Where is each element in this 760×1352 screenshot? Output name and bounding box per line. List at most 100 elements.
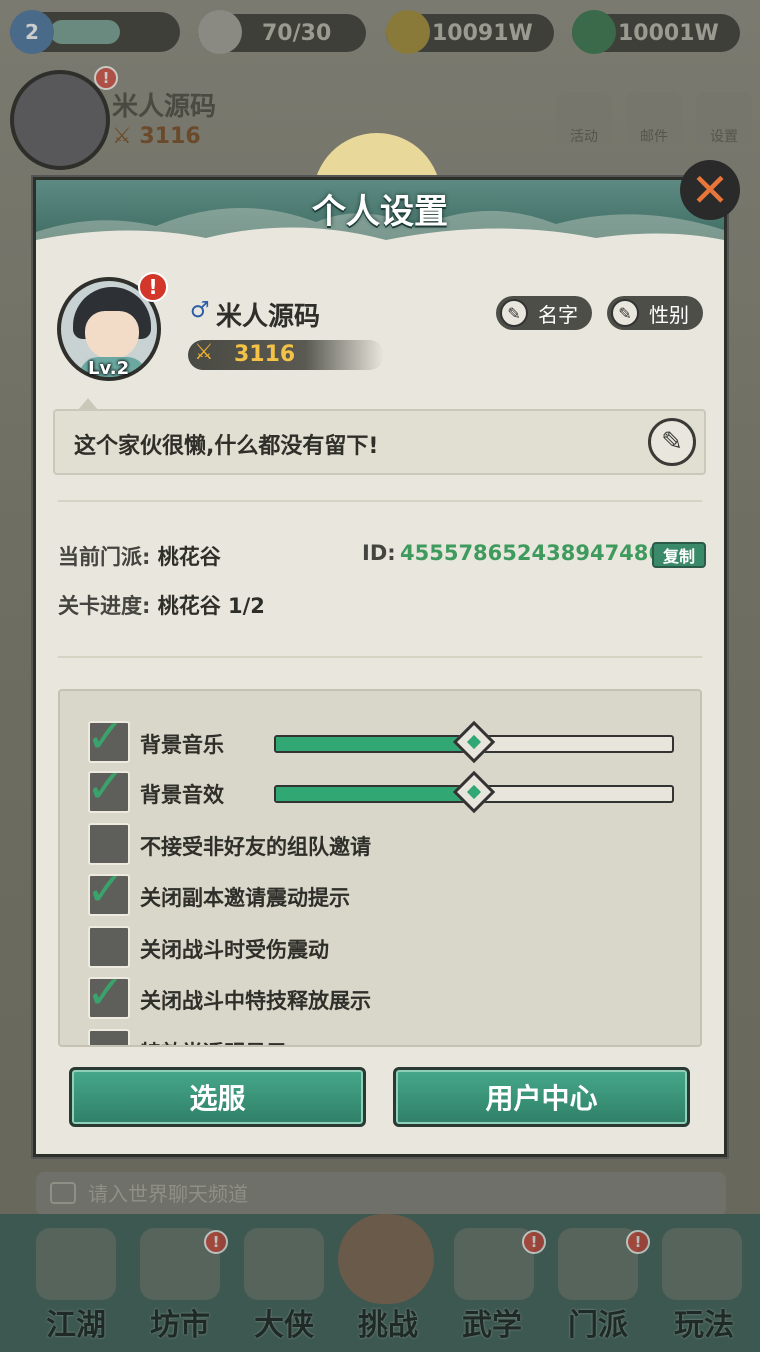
shortcut-activity-label: 活动: [570, 129, 598, 145]
check-icon: ✓: [86, 759, 125, 813]
shortcut-settings[interactable]: 设置: [696, 92, 752, 150]
brush-icon: ✎: [500, 299, 528, 327]
header-power: ⚔ 3116: [112, 124, 201, 149]
setting-row-skill-display: ✓ 关闭战斗中特技释放展示: [60, 969, 700, 1021]
avatar-alert-badge: !: [138, 272, 168, 302]
pot-icon: [198, 10, 242, 54]
skill-display-checkbox[interactable]: ✓: [86, 969, 130, 1019]
nav-icon: [244, 1228, 324, 1300]
edit-signature-button[interactable]: ✎: [648, 418, 696, 466]
brush-icon: ✎: [661, 427, 683, 457]
header-avatar[interactable]: [10, 70, 110, 170]
setting-label: 不接受非好友的组队邀请: [140, 835, 371, 859]
setting-row-bgm: ✓ 背景音乐: [60, 713, 700, 765]
copy-id-button[interactable]: 复制: [652, 542, 706, 568]
coin-resource[interactable]: 10091W: [386, 10, 554, 54]
nav-badge: !: [522, 1230, 546, 1254]
header-player-name: 米人源码: [112, 92, 217, 122]
sect-info: 当前门派: 桃花谷: [58, 541, 221, 571]
sfx-checkbox[interactable]: ✓: [86, 763, 130, 813]
brush-icon: ✎: [611, 299, 639, 327]
jade-value: 10001W: [618, 20, 719, 46]
rename-button[interactable]: ✎ 名字: [496, 296, 592, 330]
dialog-title: 个人设置: [312, 192, 448, 232]
progress-label: 关卡进度:: [58, 594, 151, 618]
bgm-volume-slider[interactable]: [274, 720, 674, 764]
setting-row-damage-vibration: 关闭战斗时受伤震动: [60, 926, 700, 970]
exp-bar: 2: [10, 10, 180, 54]
world-chat-bar[interactable]: 请入世界聊天频道: [36, 1172, 726, 1216]
jade-icon: [572, 10, 616, 54]
nav-icon: [36, 1228, 116, 1300]
nav-badge: !: [204, 1230, 228, 1254]
slider-knob[interactable]: [452, 720, 496, 764]
setting-label: 关闭战斗时受伤震动: [140, 938, 329, 962]
header-power-value: 3116: [139, 124, 201, 149]
select-server-button[interactable]: 选服: [69, 1067, 366, 1127]
nav-item-sect[interactable]: 门派: [546, 1300, 650, 1344]
setting-label: 关闭战斗中特技释放展示: [140, 989, 371, 1013]
sect-value: 桃花谷: [157, 545, 221, 569]
setting-row-team-invite: 不接受非好友的组队邀请: [60, 823, 700, 867]
player-level: Lv.2: [88, 358, 130, 379]
slider-knob[interactable]: [452, 770, 496, 814]
bgm-checkbox[interactable]: ✓: [86, 713, 130, 763]
progress-value: 桃花谷 1/2: [157, 594, 265, 618]
divider: [58, 656, 702, 658]
sfx-volume-slider[interactable]: [274, 770, 674, 814]
player-name: 米人源码: [216, 302, 321, 332]
shortcut-mail[interactable]: 邮件: [626, 92, 682, 150]
energy-value: 70/30: [262, 20, 332, 46]
damage-vibration-checkbox[interactable]: [88, 926, 130, 968]
progress-info: 关卡进度: 桃花谷 1/2: [58, 590, 265, 620]
nav-item-challenge[interactable]: 挑战: [336, 1300, 440, 1344]
nav-item-market[interactable]: 坊市: [128, 1300, 232, 1344]
user-center-button[interactable]: 用户中心: [393, 1067, 690, 1127]
coin-value: 10091W: [432, 20, 533, 46]
shortcut-mail-label: 邮件: [640, 129, 668, 145]
power-value: 3116: [234, 342, 296, 367]
rename-label: 名字: [538, 302, 578, 327]
coin-icon: [386, 10, 430, 54]
jade-resource[interactable]: 10001W: [572, 10, 740, 54]
energy-resource[interactable]: 70/30: [198, 10, 366, 54]
nav-item-jianghu[interactable]: 江湖: [24, 1300, 128, 1344]
setting-label: 背景音效: [140, 783, 224, 807]
team-invite-checkbox[interactable]: [88, 823, 130, 865]
check-icon: ✓: [86, 709, 125, 763]
check-icon: ✓: [86, 965, 125, 1019]
setting-row-dungeon-vibration: ✓ 关闭副本邀请震动提示: [60, 866, 700, 918]
close-button[interactable]: ✕: [680, 160, 740, 220]
player-level-icon: 2: [10, 10, 54, 54]
close-icon: ✕: [690, 163, 730, 217]
check-icon: ✓: [86, 862, 125, 916]
chat-placeholder: 请入世界聊天频道: [88, 1182, 248, 1206]
top-resource-bar: 2 70/30 10091W 10001W: [0, 0, 760, 70]
id-value: 4555786524389474861: [400, 541, 678, 565]
nav-item-martial-arts[interactable]: 武学: [440, 1300, 544, 1344]
signature-text: 这个家伙很懒,什么都没有留下!: [74, 434, 379, 459]
nav-item-heroes[interactable]: 大侠: [232, 1300, 336, 1344]
gender-label: 性别: [649, 302, 689, 327]
settings-list[interactable]: ✓ 背景音乐 ✓ 背景音效 不接受非好友的组队邀请 ✓ 关闭副本邀请震动提示 关…: [58, 689, 702, 1047]
id-label: ID:: [362, 541, 396, 565]
setting-row-translucent-effects: 特效半透明显示: [60, 1029, 700, 1045]
nav-icon-challenge: [338, 1214, 434, 1304]
nav-item-gameplay[interactable]: 玩法: [652, 1300, 756, 1344]
shortcut-activity[interactable]: 活动: [556, 92, 612, 150]
setting-label: 背景音乐: [140, 733, 224, 757]
setting-label: 关闭副本邀请震动提示: [140, 886, 350, 910]
sect-label: 当前门派:: [58, 545, 151, 569]
gender-button[interactable]: ✎ 性别: [607, 296, 703, 330]
dungeon-vibration-checkbox[interactable]: ✓: [86, 866, 130, 916]
translucent-effects-checkbox[interactable]: [88, 1029, 130, 1045]
setting-row-sfx: ✓ 背景音效: [60, 763, 700, 815]
setting-label: 特效半透明显示: [140, 1037, 287, 1045]
divider: [58, 500, 702, 502]
shortcut-settings-label: 设置: [710, 129, 738, 145]
crossed-swords-icon: ⚔: [194, 340, 214, 365]
nav-icon: [662, 1228, 742, 1300]
nav-badge: !: [626, 1230, 650, 1254]
male-icon: ♂: [190, 298, 210, 323]
chat-bubble-icon: [50, 1182, 76, 1204]
